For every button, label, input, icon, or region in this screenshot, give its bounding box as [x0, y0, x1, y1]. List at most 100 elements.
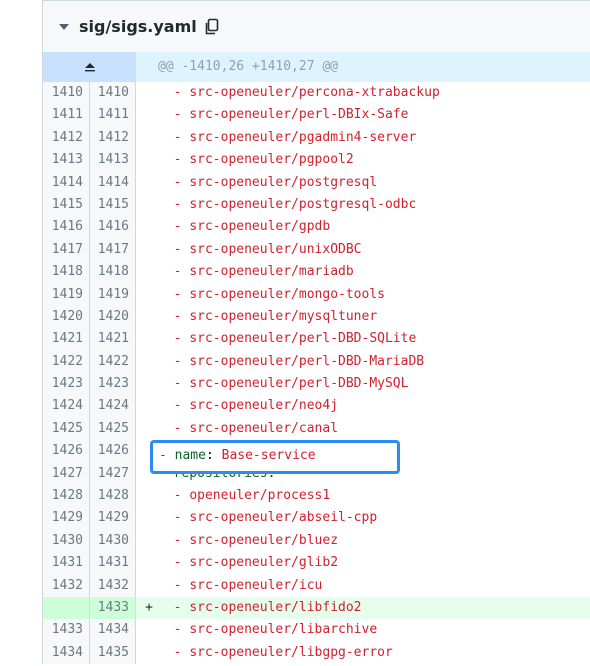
old-line-number[interactable]: 1411	[43, 104, 89, 127]
old-line-number[interactable]: 1423	[43, 373, 89, 396]
list-dash: -	[173, 398, 190, 414]
diff-line: 1422 1422 - src-openeuler/perl-DBD-MariaD…	[43, 350, 590, 374]
new-line-number[interactable]: 1433	[89, 596, 136, 620]
old-line-number[interactable]: 1417	[43, 238, 89, 262]
new-line-number[interactable]: 1411	[89, 104, 136, 127]
list-dash: -	[173, 107, 190, 123]
yaml-value: src-openeuler/perl-DBD-MariaDB	[189, 353, 425, 369]
diff-line: 1416 1416 - src-openeuler/gpdb	[43, 216, 590, 239]
new-line-number[interactable]: 1423	[89, 373, 136, 396]
diff-marker	[136, 261, 158, 283]
new-line-number[interactable]: 1428	[89, 485, 136, 508]
code-line: - src-openeuler/percona-xtrabackup	[158, 82, 440, 104]
old-line-number[interactable]: 1433	[43, 619, 89, 642]
old-line-number[interactable]: 1432	[43, 574, 89, 597]
old-line-number[interactable]: 1424	[43, 395, 89, 418]
code-line: - src-openeuler/libarchive	[158, 619, 378, 641]
chevron-down-icon[interactable]	[59, 23, 69, 30]
new-line-number[interactable]: 1427	[89, 462, 136, 486]
code-line: - src-openeuler/pgpool2	[158, 149, 354, 171]
old-line-number[interactable]: 1434	[43, 641, 89, 665]
yaml-value: src-openeuler/unixODBC	[189, 241, 362, 257]
old-line-number[interactable]: 1421	[43, 328, 89, 351]
file-name[interactable]: sig/sigs.yaml	[79, 17, 197, 36]
old-line-number[interactable]: 1420	[43, 305, 89, 329]
expand-up-button[interactable]	[43, 52, 136, 82]
list-dash: -	[173, 644, 190, 660]
diff-line: 1426 1426 - name: Base-service	[43, 440, 590, 463]
old-line-number[interactable]: 1429	[43, 507, 89, 530]
yaml-value: src-openeuler/libarchive	[189, 622, 378, 638]
new-line-number[interactable]: 1416	[89, 216, 136, 239]
old-line-number[interactable]: 1428	[43, 485, 89, 508]
new-line-number[interactable]: 1415	[89, 193, 136, 217]
new-line-number[interactable]: 1418	[89, 261, 136, 284]
old-line-number[interactable]: 1425	[43, 417, 89, 441]
new-line-number[interactable]: 1414	[89, 171, 136, 194]
yaml-value: src-openeuler/gpdb	[189, 219, 331, 235]
yaml-value: src-openeuler/perl-DBIx-Safe	[189, 107, 409, 123]
code-line: - src-openeuler/perl-DBD-SQLite	[158, 328, 417, 350]
old-line-number[interactable]: 1414	[43, 171, 89, 194]
new-line-number[interactable]: 1419	[89, 283, 136, 306]
list-dash: -	[173, 308, 190, 324]
new-line-number[interactable]: 1421	[89, 328, 136, 351]
yaml-value: src-openeuler/glib2	[189, 555, 339, 571]
new-line-number[interactable]: 1417	[89, 238, 136, 262]
new-line-number[interactable]: 1432	[89, 574, 136, 597]
added-line: 1433 + - src-openeuler/libfido2	[43, 596, 590, 620]
list-dash: -	[173, 420, 190, 436]
old-line-number[interactable]: 1431	[43, 552, 89, 575]
old-line-number[interactable]: 1419	[43, 283, 89, 306]
new-line-number[interactable]: 1412	[89, 126, 136, 150]
old-line-number[interactable]: 1416	[43, 216, 89, 239]
old-line-number[interactable]: 1410	[43, 82, 89, 105]
old-line-number[interactable]: 1426	[43, 440, 89, 463]
new-line-number[interactable]: 1434	[89, 619, 136, 642]
old-line-number[interactable]	[43, 596, 89, 620]
yaml-value: src-openeuler/bluez	[189, 532, 339, 548]
file-header: sig/sigs.yaml	[42, 0, 590, 52]
new-line-number[interactable]: 1426	[89, 440, 136, 463]
new-line-number[interactable]: 1422	[89, 350, 136, 374]
old-line-number[interactable]: 1430	[43, 529, 89, 553]
new-line-number[interactable]: 1431	[89, 552, 136, 575]
new-line-number[interactable]: 1430	[89, 529, 136, 553]
diff-marker	[136, 194, 158, 216]
diff-marker	[136, 239, 158, 261]
new-line-number[interactable]: 1424	[89, 395, 136, 418]
diff-line: 1430 1430 - src-openeuler/bluez	[43, 529, 590, 553]
old-line-number[interactable]: 1427	[43, 462, 89, 486]
old-line-number[interactable]: 1422	[43, 350, 89, 374]
yaml-value: src-openeuler/mysqltuner	[189, 308, 378, 324]
old-line-number[interactable]: 1415	[43, 193, 89, 217]
code-line: - openeuler/process1	[158, 485, 331, 507]
new-line-number[interactable]: 1420	[89, 305, 136, 329]
new-line-number[interactable]: 1425	[89, 417, 136, 441]
new-line-number[interactable]: 1410	[89, 82, 136, 105]
list-dash: -	[173, 286, 190, 302]
new-line-number[interactable]: 1429	[89, 507, 136, 530]
new-line-number[interactable]: 1435	[89, 641, 136, 665]
diff-marker	[136, 104, 158, 126]
code-line: - src-openeuler/mariadb	[158, 261, 354, 283]
diff-line: 1425 1425 - src-openeuler/canal	[43, 417, 590, 441]
diff-marker	[136, 351, 158, 373]
old-line-number[interactable]: 1418	[43, 261, 89, 284]
old-line-number[interactable]: 1412	[43, 126, 89, 150]
list-dash: -	[158, 443, 174, 459]
yaml-value: openeuler/process1	[189, 488, 331, 504]
diff-line: 1433 1434 - src-openeuler/libarchive	[43, 619, 590, 642]
copy-icon[interactable]	[204, 18, 220, 36]
new-line-number[interactable]: 1413	[89, 149, 136, 172]
diff-view: @@ -1410,26 +1410,27 @@ 1410 1410 - src-o…	[42, 52, 590, 665]
old-line-number[interactable]: 1413	[43, 149, 89, 172]
code-line: - src-openeuler/postgresql-odbc	[158, 194, 417, 216]
